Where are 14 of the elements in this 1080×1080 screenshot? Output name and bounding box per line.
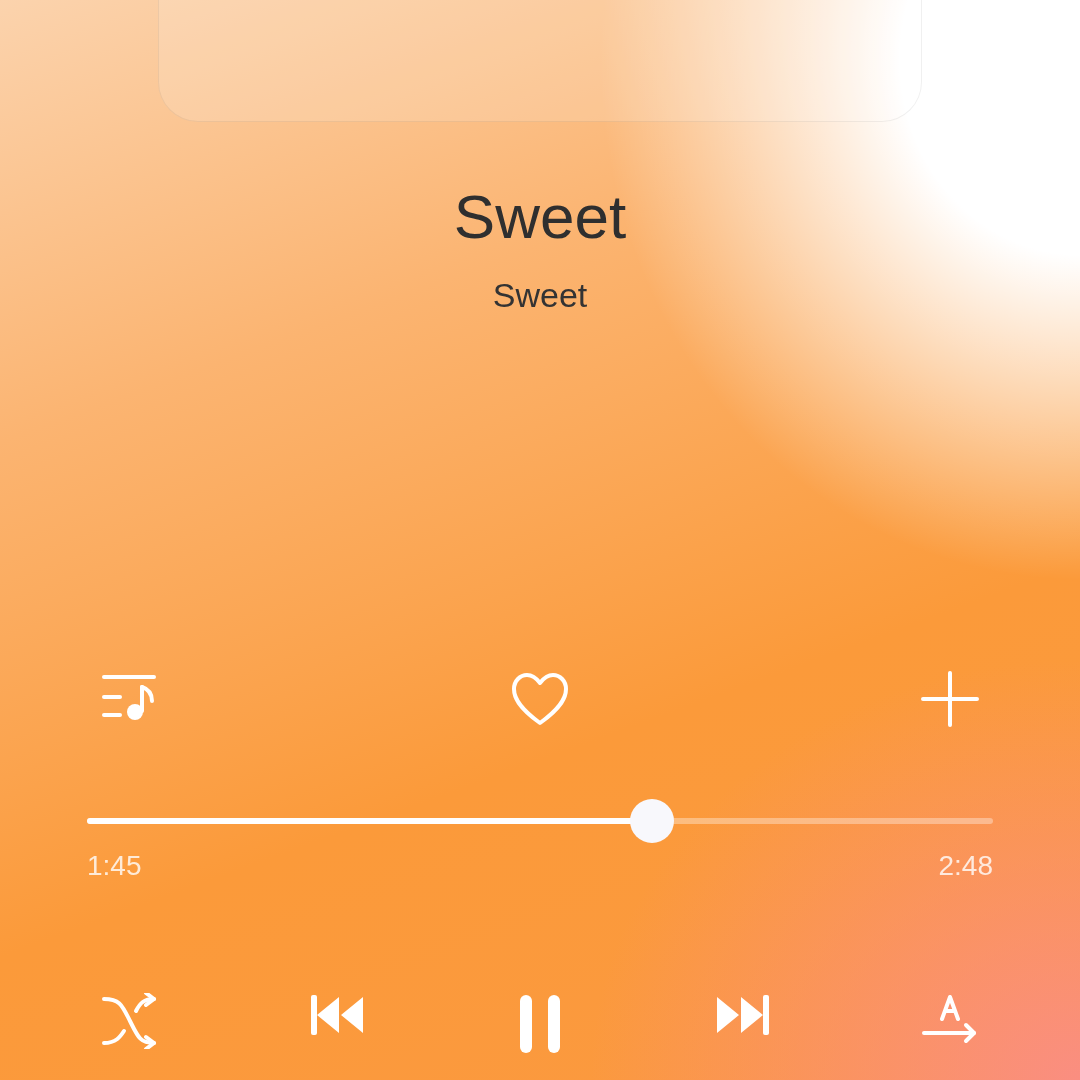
previous-button[interactable] (309, 993, 365, 1037)
add-button[interactable] (920, 671, 980, 727)
heart-icon (510, 671, 570, 727)
total-duration: 2:48 (938, 852, 993, 880)
previous-icon (309, 993, 365, 1037)
next-button[interactable] (715, 993, 771, 1037)
next-icon (715, 993, 771, 1037)
like-button[interactable] (510, 671, 570, 727)
song-title: Sweet (453, 186, 627, 248)
plus-icon (920, 671, 980, 727)
progress-slider[interactable] (87, 799, 993, 843)
artist-name: Sweet (492, 278, 588, 312)
elapsed-time: 1:45 (87, 852, 142, 880)
slider-thumb[interactable] (630, 799, 675, 843)
